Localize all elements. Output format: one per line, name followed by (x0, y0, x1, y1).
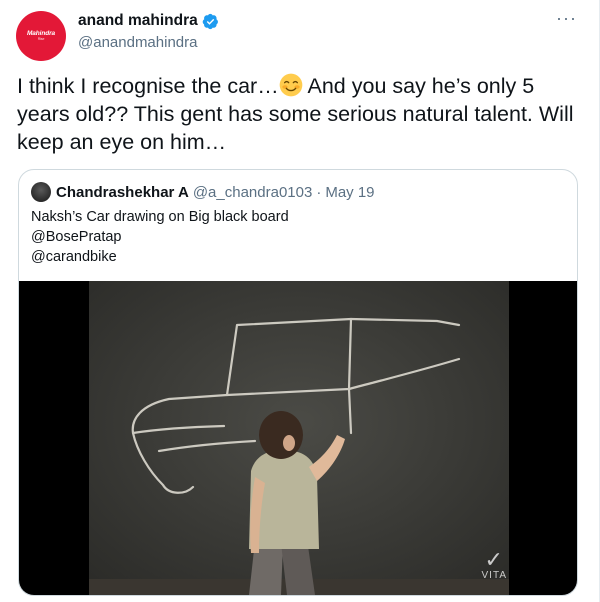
quoted-author-avatar[interactable] (31, 182, 51, 202)
author-handle[interactable]: @anandmahindra (78, 34, 197, 51)
separator-dot: · (316, 183, 322, 201)
quoted-tweet[interactable]: Chandrashekhar A @a_chandra0103 · May 19… (18, 169, 578, 596)
mention-link[interactable]: @BosePratap (31, 227, 561, 247)
vita-watermark: ✓ VITA (481, 547, 507, 582)
quoted-author-name[interactable]: Chandrashekhar A (56, 184, 189, 201)
tweet-text-part-1: I think I recognise the car… (17, 74, 279, 98)
author-avatar[interactable]: Mahindra Rise (16, 11, 66, 61)
smiling-face-icon (279, 73, 303, 97)
mention-link[interactable]: @carandbike (31, 247, 561, 267)
tweet-card: Mahindra Rise anand mahindra @anandmahin… (0, 0, 600, 602)
author-name[interactable]: anand mahindra (78, 12, 219, 30)
vita-logo-icon: ✓ (484, 547, 504, 572)
quoted-tweet-header: Chandrashekhar A @a_chandra0103 · May 19 (31, 182, 375, 202)
verified-badge-icon (202, 13, 218, 29)
quoted-author-handle[interactable]: @a_chandra0103 (193, 184, 313, 201)
quoted-tweet-line: Naksh’s Car drawing on Big black board (31, 209, 289, 225)
more-options-icon[interactable]: ··· (556, 8, 577, 29)
tweet-text: I think I recognise the car… And you say… (17, 72, 583, 156)
video-thumbnail[interactable]: ✓ VITA (19, 281, 577, 595)
quoted-tweet-date[interactable]: May 19 (325, 184, 374, 201)
author-name-text[interactable]: anand mahindra (78, 12, 198, 30)
mahindra-logo-icon: Mahindra Rise (26, 29, 56, 41)
quoted-tweet-text: Naksh’s Car drawing on Big black board @… (31, 207, 561, 267)
